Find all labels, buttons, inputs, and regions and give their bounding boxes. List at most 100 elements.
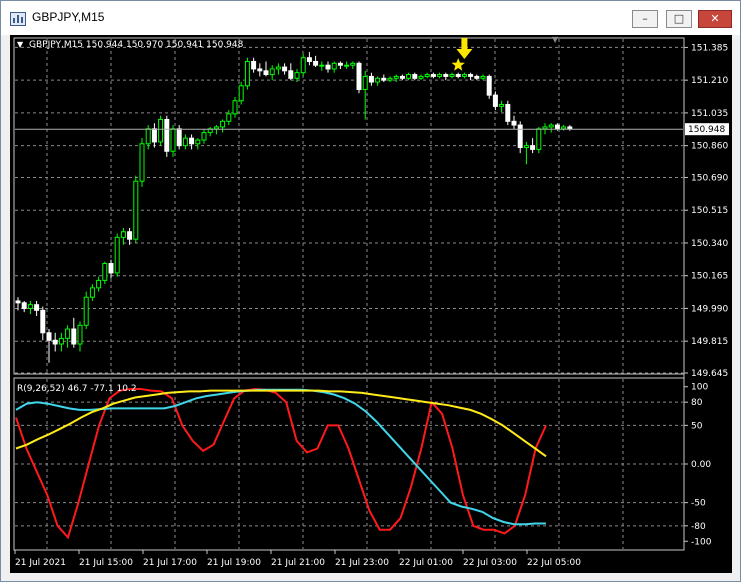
price-panel-header-triangle: ▼: [17, 40, 24, 49]
time-tick-label: 21 Jul 17:00: [143, 558, 197, 568]
chart-window: GBPJPY,M15 – □ ✕ 151.385 151.210 151.035 15…: [0, 0, 741, 582]
chart-canvas[interactable]: 151.385 151.210 151.035 150.860 150.690 150.5…: [10, 35, 732, 573]
candle-body: [437, 74, 443, 77]
candle-body: [213, 126, 219, 130]
candle-body: [83, 296, 89, 326]
candle-body: [511, 120, 517, 126]
candle-body: [461, 74, 467, 77]
candle-body: [362, 75, 368, 91]
candle-body: [145, 128, 151, 145]
candle-body: [52, 339, 58, 345]
candle-body: [269, 68, 275, 76]
candle-body: [89, 287, 95, 298]
candle-body: [232, 100, 238, 115]
chart-area[interactable]: 151.385 151.210 151.035 150.860 150.690 150.5…: [10, 35, 732, 573]
close-button[interactable]: ✕: [698, 10, 732, 28]
candle-body: [418, 75, 424, 79]
candle-body: [127, 231, 133, 240]
candle-body: [21, 302, 27, 309]
signal-markers: [451, 38, 473, 71]
time-tick-label: 22 Jul 03:00: [463, 558, 517, 568]
candle-body: [344, 64, 350, 67]
candle-body: [139, 143, 145, 182]
price-tick-label: 150.165: [691, 272, 728, 282]
sell-arrow-icon: [456, 38, 473, 59]
time-tick-label: 21 Jul 21:00: [271, 558, 325, 568]
indicator-tick-label: 100: [691, 383, 708, 393]
candle-body: [244, 60, 250, 87]
current-price-label: 150.948: [688, 125, 725, 135]
price-tick-label: 150.515: [691, 206, 728, 216]
candle-body: [430, 74, 436, 77]
candle-body: [505, 103, 511, 122]
candle-body: [486, 75, 492, 96]
candle-body: [257, 68, 263, 72]
window-title: GBPJPY,M15: [32, 10, 105, 24]
minimize-button[interactable]: –: [632, 10, 658, 28]
indicator-tick-label: -50: [691, 499, 706, 509]
indicator-panel-header: R(9,26,52) 46.7 -77.1 10.2: [17, 384, 137, 394]
candle-body: [480, 75, 486, 79]
candle-body: [288, 70, 294, 79]
candle-body: [455, 74, 461, 77]
candle-body: [331, 62, 337, 70]
candle-body: [120, 231, 126, 238]
candle-body: [449, 74, 455, 77]
grid: [15, 39, 683, 549]
candle-body: [492, 94, 498, 107]
indicator-tick-label: -80: [691, 522, 706, 532]
candle-body: [561, 126, 567, 130]
candle-body: [151, 128, 157, 143]
price-tick-label: 150.340: [691, 239, 728, 249]
candle-body: [133, 180, 139, 240]
price-tick-label: 151.210: [691, 76, 728, 86]
candle-body: [412, 74, 418, 79]
indicator-lines: [15, 387, 547, 540]
candle-body: [567, 126, 573, 130]
candle-body: [77, 324, 83, 345]
candle-body: [226, 113, 232, 122]
candle-body: [468, 74, 474, 77]
candle-body: [176, 128, 182, 147]
candle-body: [350, 62, 356, 66]
candle-body: [114, 236, 120, 274]
candle-body: [220, 120, 226, 128]
candle-body: [282, 66, 288, 72]
time-tick-label: 22 Jul 05:00: [527, 558, 581, 568]
title-bar[interactable]: GBPJPY,M15 – □ ✕: [1, 1, 740, 35]
maximize-icon: □: [673, 12, 685, 25]
candle-body: [517, 124, 523, 149]
axes: 151.385 151.210 151.035 150.860 150.690 150.5…: [14, 43, 729, 568]
indicator-tick-label: 80: [691, 398, 703, 408]
candle-body: [294, 72, 300, 79]
indicator-tick-label: -100: [691, 537, 712, 547]
candle-body: [536, 128, 542, 150]
candle-body: [306, 57, 312, 62]
price-tick-label: 151.035: [691, 109, 728, 119]
time-tick-label: 21 Jul 19:00: [207, 558, 261, 568]
candle-body: [65, 328, 71, 339]
candle-body: [387, 77, 393, 81]
indicator-tick-label: 0.00: [691, 460, 711, 470]
indicator-tick-label: 50: [691, 421, 703, 431]
candles: [15, 52, 573, 363]
candle-body: [337, 62, 343, 66]
price-tick-label: 149.645: [691, 369, 728, 379]
candle-body: [530, 145, 536, 150]
price-tick-label: 149.815: [691, 337, 728, 347]
candle-body: [313, 60, 319, 66]
price-panel-frame: [13, 37, 685, 375]
candle-body: [523, 145, 529, 149]
candle-body: [443, 74, 449, 77]
candle-body: [542, 126, 548, 130]
candle-body: [96, 279, 102, 289]
scroll-shift-marker[interactable]: ▼: [552, 35, 559, 44]
candle-body: [15, 300, 21, 304]
candle-body: [58, 337, 64, 345]
candle-body: [164, 118, 170, 152]
candle-body: [263, 70, 269, 76]
maximize-button[interactable]: □: [666, 10, 692, 28]
close-icon: ✕: [710, 12, 720, 25]
time-tick-label: 21 Jul 23:00: [335, 558, 389, 568]
candle-body: [189, 137, 195, 145]
